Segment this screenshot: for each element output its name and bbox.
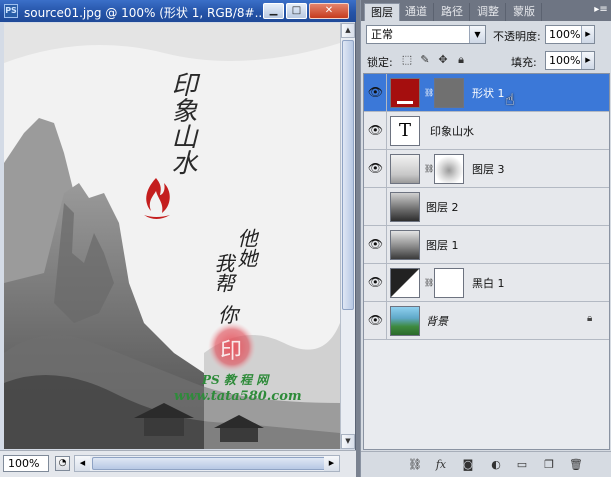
visibility-eye-icon[interactable]: 👁︎ <box>365 74 387 111</box>
minimize-button[interactable]: ▁ <box>263 3 284 19</box>
hand-cursor-icon: ☝︎ <box>505 90 515 109</box>
layer-thumbnail <box>390 192 420 222</box>
tab-channels[interactable]: 通道 <box>399 3 434 21</box>
pavilion-body <box>144 418 184 436</box>
layer-row-background[interactable]: 👁︎ 背景 🔒︎ <box>364 302 609 340</box>
visibility-eye-icon[interactable]: 👁︎ <box>365 264 387 301</box>
link-layers-icon[interactable]: ⛓︎ <box>407 457 423 472</box>
tab-masks[interactable]: 蒙版 <box>507 3 542 21</box>
adjustment-mask-thumbnail[interactable] <box>434 268 464 298</box>
status-bar: 100% ◔ ◀ ▶ <box>0 450 356 477</box>
horizontal-scrollbar[interactable]: ◀ ▶ <box>74 455 340 472</box>
watermark-title: PS 教 程 网 <box>202 373 269 387</box>
adjustment-layer-icon[interactable]: ◐ <box>488 457 504 472</box>
document-canvas[interactable]: 印象山水 他她 我帮 你 印 PS 教 程 网 www.tata580.com <box>4 23 340 449</box>
tab-paths[interactable]: 路径 <box>435 3 470 21</box>
layer-thumbnail <box>390 78 420 108</box>
scroll-left-icon[interactable]: ◀ <box>75 456 90 471</box>
close-button[interactable]: ✕ <box>309 3 349 19</box>
opacity-label: 不透明度: <box>493 30 541 43</box>
layer-name: 图层 3 <box>472 163 505 176</box>
poem-line-2: 我帮 <box>211 253 235 293</box>
lock-icon: 🔒︎ <box>587 313 593 324</box>
adjustment-icon <box>390 268 420 298</box>
opacity-value: 100% <box>549 28 581 41</box>
horizontal-scroll-thumb[interactable] <box>92 457 327 470</box>
lock-label: 锁定: <box>367 56 393 69</box>
poem-line-1: 他她 <box>234 228 258 268</box>
layer-name: 黑白 1 <box>472 277 505 290</box>
chain-link-icon[interactable]: ⛓︎ <box>424 163 434 174</box>
add-mask-icon[interactable]: ◙ <box>460 457 476 472</box>
layer-thumbnail <box>390 306 420 336</box>
fill-value: 100% <box>549 54 581 67</box>
layer-name: 背景 <box>426 315 448 328</box>
lock-image-icon[interactable]: ✎ <box>419 53 431 66</box>
layer-row-black-white[interactable]: 👁︎ ⛓︎ 黑白 1 <box>364 264 609 302</box>
photoshop-icon: PS <box>4 4 18 18</box>
layer-name: 形状 1 <box>472 87 505 100</box>
scroll-up-icon[interactable]: ▲ <box>341 23 355 38</box>
zoom-level-field[interactable]: 100% <box>3 455 49 472</box>
scroll-down-icon[interactable]: ▼ <box>341 434 355 449</box>
document-window: PS source01.jpg @ 100% (形状 1, RGB/8#... … <box>0 0 356 477</box>
layers-panel: 图层 通道 路径 调整 蒙版 ▸≡ 正常 ▼ 不透明度: 100% ▶ 锁定: … <box>360 0 611 477</box>
seal-text: 印 <box>220 339 243 364</box>
new-group-icon[interactable]: ▭ <box>514 457 530 472</box>
tab-adjustments[interactable]: 调整 <box>471 3 506 21</box>
shape-indicator-icon <box>397 101 413 104</box>
chain-link-icon[interactable]: ⛓︎ <box>424 277 434 288</box>
lock-position-icon[interactable]: ✥ <box>437 53 449 66</box>
opacity-field[interactable]: 100% ▶ <box>545 25 595 44</box>
delete-icon[interactable]: 🗑︎ <box>568 457 584 472</box>
layer-row-layer-3[interactable]: 👁︎ ⛓︎ 图层 3 <box>364 150 609 188</box>
poem-line-3: 你 <box>218 303 238 327</box>
lock-all-icon[interactable]: 🔒︎ <box>455 53 467 66</box>
fill-label: 填充: <box>511 56 537 69</box>
vertical-scrollbar[interactable]: ▲ ▼ <box>340 23 355 449</box>
visibility-eye-icon[interactable]: 👁︎ <box>365 302 387 339</box>
visibility-eye-icon[interactable]: 👁︎ <box>365 150 387 187</box>
layer-row-text[interactable]: 👁︎ T 印象山水 <box>364 112 609 150</box>
chain-link-icon[interactable]: ⛓︎ <box>424 87 434 98</box>
lock-transparency-icon[interactable]: ⬚ <box>401 53 413 66</box>
vertical-scroll-thumb[interactable] <box>342 40 354 310</box>
visibility-eye-icon[interactable]: 👁︎ <box>365 226 387 263</box>
fill-field[interactable]: 100% ▶ <box>545 51 595 70</box>
vector-mask-thumbnail[interactable] <box>434 78 464 108</box>
pavilion-body-2 <box>220 428 258 442</box>
opacity-arrow-icon[interactable]: ▶ <box>581 26 594 43</box>
fx-icon[interactable]: fx <box>433 457 449 472</box>
maximize-button[interactable]: □ <box>286 3 307 19</box>
new-layer-icon[interactable]: ❐ <box>541 457 557 472</box>
layer-name: 图层 2 <box>426 201 459 214</box>
panel-tabs: 图层 通道 路径 调整 蒙版 ▸≡ <box>361 0 611 21</box>
blend-mode-select[interactable]: 正常 ▼ <box>366 25 486 44</box>
layer-thumbnail <box>390 154 420 184</box>
layer-name: 印象山水 <box>430 125 474 138</box>
panel-menu-icon[interactable]: ▸≡ <box>594 4 608 16</box>
layer-row-shape-1[interactable]: 👁︎ ⛓︎ 形状 1 <box>364 74 609 112</box>
layer-thumbnail <box>390 230 420 260</box>
document-titlebar[interactable]: PS source01.jpg @ 100% (形状 1, RGB/8#... … <box>0 0 356 22</box>
chevron-down-icon[interactable]: ▼ <box>469 26 485 43</box>
scroll-right-icon[interactable]: ▶ <box>324 456 339 471</box>
status-info-icon[interactable]: ◔ <box>55 456 70 471</box>
layer-row-layer-1[interactable]: 👁︎ 图层 1 <box>364 226 609 264</box>
blend-mode-value: 正常 <box>371 28 393 41</box>
tab-layers[interactable]: 图层 <box>364 3 400 21</box>
visibility-toggle-empty[interactable] <box>365 188 387 225</box>
layer-mask-thumbnail[interactable] <box>434 154 464 184</box>
layers-bottom-toolbar: ⛓︎ fx ◙ ◐ ▭ ❐ 🗑︎ <box>361 451 611 477</box>
layer-row-layer-2[interactable]: 图层 2 <box>364 188 609 226</box>
document-title: source01.jpg @ 100% (形状 1, RGB/8#... <box>24 6 267 20</box>
layers-list: 👁︎ ⛓︎ 形状 1 👁︎ T 印象山水 👁︎ ⛓︎ 图层 3 图层 2 👁︎ … <box>363 73 610 450</box>
layer-name: 图层 1 <box>426 239 459 252</box>
watermark-url: www.tata580.com <box>174 389 302 404</box>
title-calligraphy: 印象山水 <box>167 71 197 175</box>
fill-arrow-icon[interactable]: ▶ <box>581 52 594 69</box>
visibility-eye-icon[interactable]: 👁︎ <box>365 112 387 149</box>
text-layer-icon: T <box>390 116 420 146</box>
